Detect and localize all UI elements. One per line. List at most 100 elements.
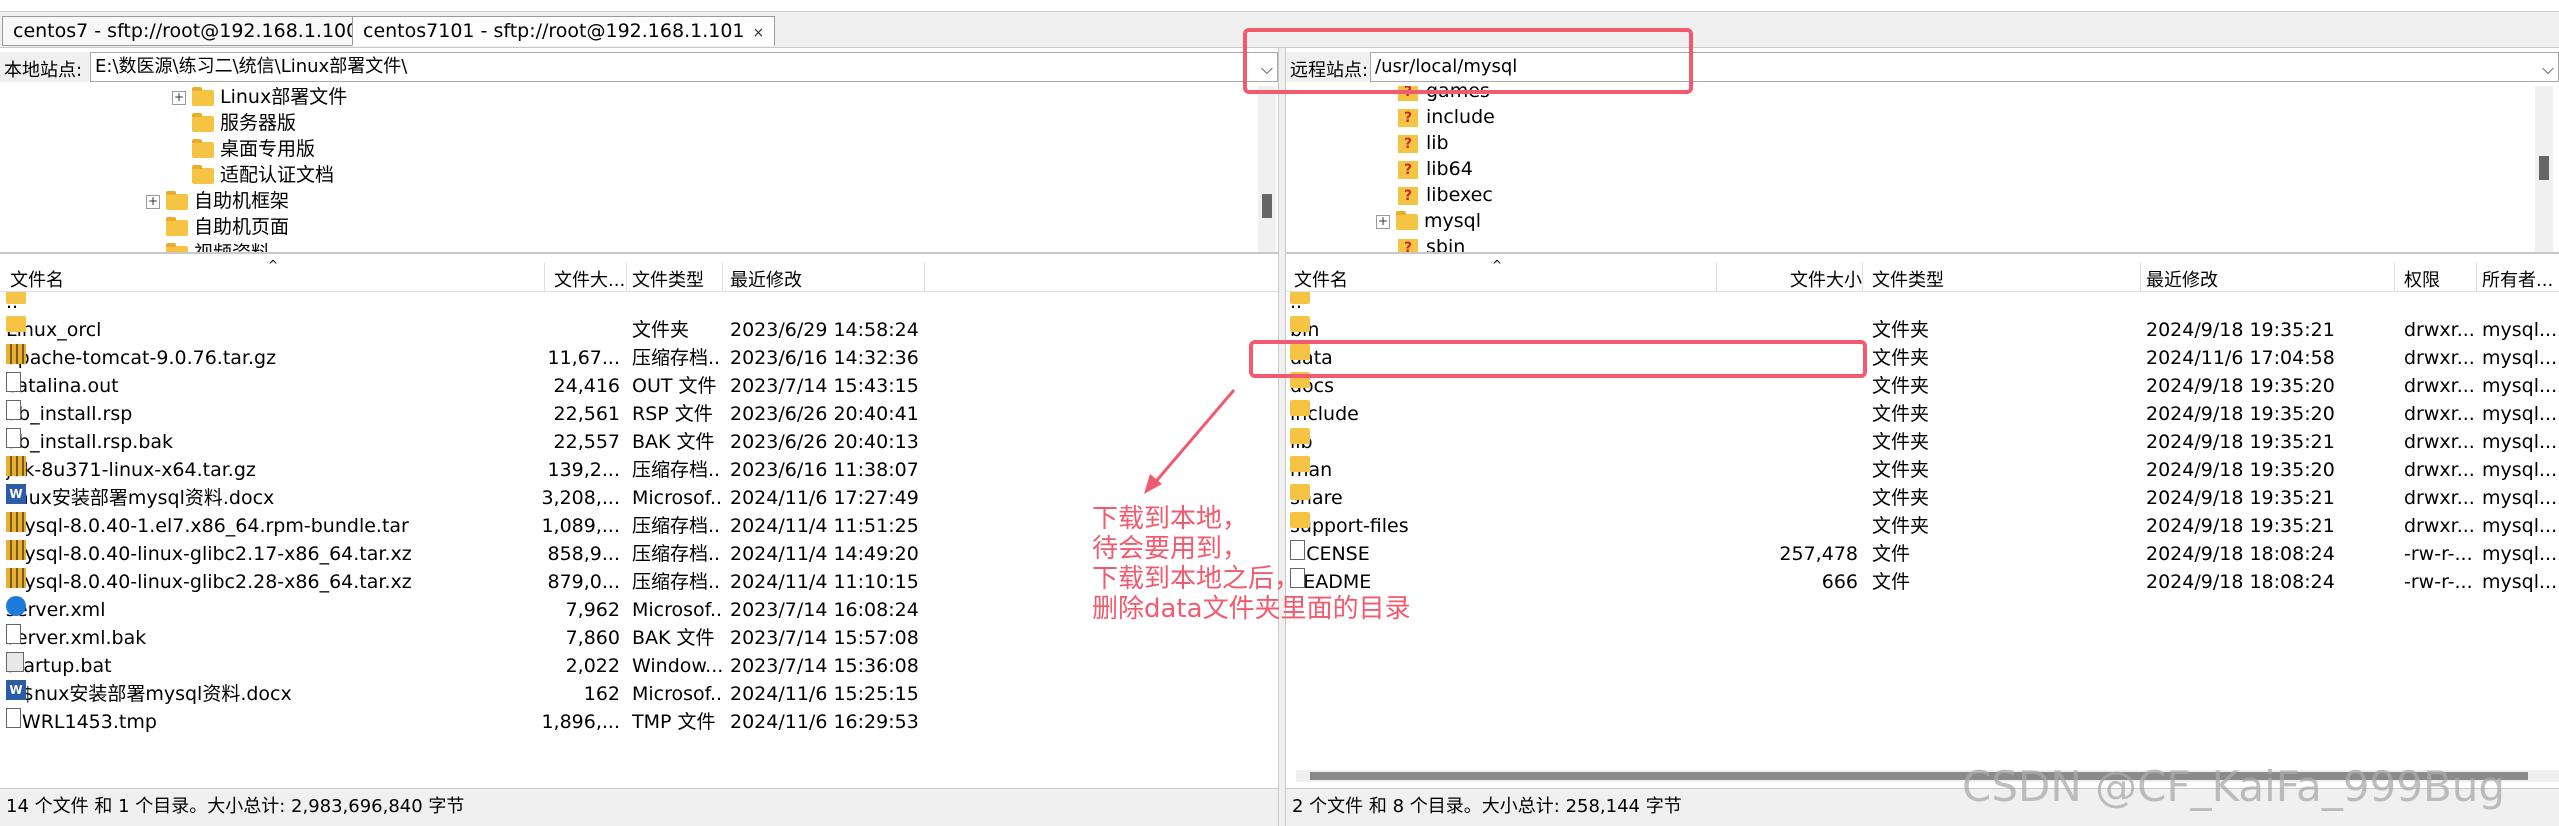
file-row[interactable]: ~WRL1453.tmp 1,896,... TMP 文件 2024/11/6 16:… (0, 708, 1278, 736)
file-name-text: mysql-8.0.40-linux-glibc2.17-x86_64.tar.… (6, 543, 412, 565)
remote-tree-scrollbar[interactable] (2535, 86, 2553, 252)
file-row[interactable]: Wlinux安装部署mysql资料.docx 3,208,... Microsof.… (0, 484, 1278, 512)
col-divider[interactable] (544, 262, 545, 292)
file-size: 24,416 (553, 375, 620, 397)
file-name: mysql-8.0.40-1.el7.x86_64.rpm-bundle.tar (6, 512, 536, 540)
col-name[interactable]: 文件名 (10, 266, 64, 292)
col-divider[interactable] (722, 262, 723, 292)
file-modified: 2024/9/18 19:35:20 (2146, 403, 2335, 425)
file-row[interactable]: mysql-8.0.40-linux-glibc2.28-x86_64.tar.… (0, 568, 1278, 596)
file-row[interactable]: support-files 文件夹 2024/9/18 19:35:21 drwxr.… (1286, 512, 2559, 540)
col-permissions[interactable]: 权限 (2404, 266, 2440, 292)
tree-item[interactable]: ? sbin (1398, 234, 1465, 252)
col-divider[interactable] (1862, 262, 1863, 292)
file-row[interactable]: server.xml 7,962 Microsof... 2023/7/14 16:0… (0, 596, 1278, 624)
tree-item[interactable]: ? lib64 (1398, 156, 1473, 182)
file-row[interactable]: db_install.rsp.bak 22,557 BAK 文件 2023/6/26 … (0, 428, 1278, 456)
file-name: server.xml (6, 596, 536, 624)
file-type: Microsof... (632, 683, 722, 705)
tree-item[interactable]: + mysql (1376, 208, 1481, 234)
file-type: 压缩存档... (632, 515, 722, 537)
scroll-thumb[interactable] (1262, 194, 1272, 218)
col-type[interactable]: 文件类型 (632, 266, 704, 292)
file-owner: mysql... (2482, 515, 2558, 537)
file-row[interactable]: jdk-8u371-linux-x64.tar.gz 139,2... 压缩存档..… (0, 456, 1278, 484)
tree-item[interactable]: + Linux部署文件 (172, 86, 347, 110)
col-divider[interactable] (2394, 262, 2395, 292)
col-divider[interactable] (2140, 262, 2141, 292)
col-modified[interactable]: 最近修改 (730, 266, 802, 292)
file-modified: 2024/11/6 17:27:49 (730, 487, 919, 509)
col-name[interactable]: 文件名 (1294, 266, 1348, 292)
file-row[interactable]: mysql-8.0.40-linux-glibc2.17-x86_64.tar.… (0, 540, 1278, 568)
tab-centos7[interactable]: centos7 - sftp://root@192.168.1.100× (2, 16, 389, 46)
tree-item-label: libexec (1426, 184, 1493, 206)
col-modified[interactable]: 最近修改 (2146, 266, 2218, 292)
file-type: 压缩存档... (632, 459, 722, 481)
local-path-input[interactable]: E:\数医源\练习二\统信\Linux部署文件\ ⌵ (90, 52, 1278, 82)
file-type: 文件 (1872, 543, 1911, 565)
tree-item[interactable]: 桌面专用版 (192, 136, 315, 162)
tree-item[interactable]: 适配认证文档 (192, 162, 334, 188)
tree-item[interactable]: 自助机页面 (166, 214, 289, 240)
tab-centos7101[interactable]: centos7101 - sftp://root@192.168.1.101 × (352, 16, 776, 46)
tree-item[interactable]: 视频资料 (166, 240, 270, 252)
chevron-down-icon[interactable]: ⌵ (2542, 55, 2554, 81)
col-divider[interactable] (626, 262, 627, 292)
file-row[interactable]: mysql-8.0.40-1.el7.x86_64.rpm-bundle.tar… (0, 512, 1278, 540)
col-size[interactable]: 文件大... (554, 266, 625, 292)
file-type: 压缩存档... (632, 571, 722, 593)
tree-item[interactable]: + 自助机框架 (146, 188, 289, 214)
pane-splitter[interactable] (1278, 48, 1286, 826)
file-modified: 2023/6/26 20:40:41 (730, 403, 919, 425)
tree-item[interactable]: 服务器版 (192, 110, 296, 136)
col-divider[interactable] (2476, 262, 2477, 292)
file-row[interactable]: .. (0, 292, 1278, 316)
file-row[interactable]: apache-tomcat-9.0.76.tar.gz 11,67... 压缩存档.… (0, 344, 1278, 372)
file-row[interactable]: Linux_orcl 文件夹 2023/6/29 14:58:24 (0, 316, 1278, 344)
col-owner[interactable]: 所有者... (2482, 266, 2553, 292)
file-size: 257,478 (1779, 543, 1858, 565)
file-icon (6, 400, 21, 420)
file-row[interactable]: .. (1286, 292, 2559, 316)
scroll-thumb[interactable] (2539, 156, 2549, 180)
tree-item[interactable]: ? libexec (1398, 182, 1493, 208)
tree-item[interactable]: ? lib (1398, 130, 1449, 156)
file-row[interactable]: share 文件夹 2024/9/18 19:35:21 drwxr... mysql.… (1286, 484, 2559, 512)
close-icon[interactable]: × (753, 25, 765, 41)
col-divider[interactable] (924, 262, 925, 292)
col-type[interactable]: 文件类型 (1872, 266, 1944, 292)
expand-icon[interactable]: + (146, 194, 160, 209)
local-tree-scrollbar[interactable] (1258, 86, 1276, 252)
file-size: 3,208,... (541, 487, 620, 509)
col-divider[interactable] (1716, 262, 1717, 292)
file-row[interactable]: README 666 文件 2024/9/18 18:08:24 -rw-r-... my… (1286, 568, 2559, 596)
folder-icon (192, 138, 214, 158)
word-icon: W (6, 680, 26, 700)
file-row[interactable]: lib 文件夹 2024/9/18 19:35:21 drwxr... mysql... (1286, 428, 2559, 456)
remote-tree: ? games ? include ? lib ? lib64 ? libexec + my… (1286, 86, 2559, 254)
file-row[interactable]: server.xml.bak 7,860 BAK 文件 2023/7/14 15:57… (0, 624, 1278, 652)
file-name: jdk-8u371-linux-x64.tar.gz (6, 456, 536, 484)
expand-icon[interactable]: + (172, 90, 186, 105)
file-modified: 2023/7/14 16:08:24 (730, 599, 919, 621)
file-row[interactable]: LICENSE 257,478 文件 2024/9/18 18:08:24 -rw-r-… (1286, 540, 2559, 568)
tree-item[interactable]: ? include (1398, 104, 1495, 130)
file-row[interactable]: catalina.out 24,416 OUT 文件 2023/7/14 15:43:… (0, 372, 1278, 400)
file-row[interactable]: include 文件夹 2024/9/18 19:35:20 drwxr... mysq… (1286, 400, 2559, 428)
file-permissions: -rw-r-... (2404, 571, 2473, 593)
folder-icon (6, 316, 26, 332)
file-modified: 2023/6/16 14:32:36 (730, 347, 919, 369)
file-row[interactable]: db_install.rsp 22,561 RSP 文件 2023/6/26 20:4… (0, 400, 1278, 428)
file-row[interactable]: startup.bat 2,022 Window... 2023/7/14 15:36… (0, 652, 1278, 680)
expand-icon[interactable]: + (1376, 214, 1390, 229)
zip-icon (6, 456, 26, 476)
file-row[interactable]: W ~$nux安装部署mysql资料.docx 162 Microsof... 2024… (0, 680, 1278, 708)
file-row[interactable]: man 文件夹 2024/9/18 19:35:20 drwxr... mysql... (1286, 456, 2559, 484)
file-name: mysql-8.0.40-linux-glibc2.28-x86_64.tar.… (6, 568, 536, 596)
annotation-line: 待会要用到， (1092, 534, 1249, 564)
file-type: Microsof... (632, 599, 722, 621)
file-owner: mysql... (2482, 459, 2558, 481)
tab-label: centos7 - sftp://root@192.168.1.100 (13, 20, 359, 42)
col-size[interactable]: 文件大小 (1790, 266, 1862, 292)
